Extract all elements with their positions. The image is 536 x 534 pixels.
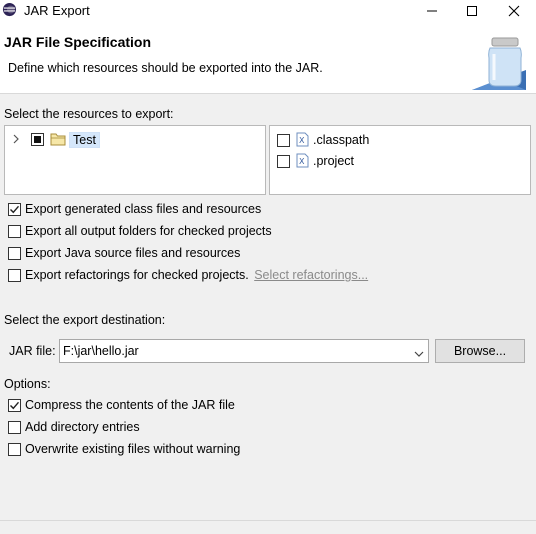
minimize-icon[interactable] bbox=[412, 0, 452, 22]
checkbox[interactable] bbox=[8, 269, 21, 282]
page-title: JAR File Specification bbox=[4, 34, 152, 50]
browse-button[interactable]: Browse... bbox=[435, 339, 525, 363]
file-label: .classpath bbox=[313, 133, 370, 147]
chevron-right-icon[interactable] bbox=[11, 133, 21, 145]
file-item-classpath[interactable]: X .classpath bbox=[270, 132, 530, 150]
file-label: .project bbox=[313, 154, 354, 168]
tree-item-label: Test bbox=[69, 132, 100, 148]
resource-tree[interactable]: Test bbox=[4, 125, 266, 195]
checkbox-checked[interactable] bbox=[8, 203, 21, 216]
checkbox-checked[interactable] bbox=[8, 399, 21, 412]
option-export-source-files[interactable]: Export Java source files and resources bbox=[8, 245, 528, 263]
option-label: Overwrite existing files without warning bbox=[25, 442, 241, 456]
jar-file-combo[interactable]: F:\jar\hello.jar bbox=[59, 339, 429, 363]
destination-label: Select the export destination: bbox=[4, 313, 166, 327]
jar-file-label: JAR file: bbox=[9, 344, 56, 358]
svg-text:X: X bbox=[299, 157, 305, 166]
option-label: Export Java source files and resources bbox=[25, 246, 241, 260]
option-export-refactorings[interactable]: Export refactorings for checked projects… bbox=[8, 267, 528, 285]
page-description: Define which resources should be exporte… bbox=[8, 61, 323, 75]
select-refactorings-link[interactable]: Select refactorings... bbox=[254, 268, 368, 282]
option-export-output-folders[interactable]: Export all output folders for checked pr… bbox=[8, 223, 528, 241]
checkbox[interactable] bbox=[8, 421, 21, 434]
checkbox[interactable] bbox=[8, 247, 21, 260]
option-label: Export refactorings for checked projects… bbox=[25, 268, 368, 282]
option-label: Export all output folders for checked pr… bbox=[25, 224, 272, 238]
project-folder-icon bbox=[50, 132, 66, 146]
button-bar-divider bbox=[0, 520, 536, 521]
file-item-project[interactable]: X .project bbox=[270, 153, 530, 171]
option-export-class-files[interactable]: Export generated class files and resourc… bbox=[8, 201, 528, 219]
svg-text:X: X bbox=[299, 136, 305, 145]
wizard-header: JAR File Specification Define which reso… bbox=[0, 22, 536, 94]
option-directory-entries[interactable]: Add directory entries bbox=[8, 419, 528, 437]
window-title: JAR Export bbox=[24, 3, 90, 18]
eclipse-icon bbox=[2, 2, 17, 17]
close-icon[interactable] bbox=[494, 0, 534, 22]
option-label: Compress the contents of the JAR file bbox=[25, 398, 235, 412]
checkbox[interactable] bbox=[8, 443, 21, 456]
option-label: Export generated class files and resourc… bbox=[25, 202, 262, 216]
checkbox[interactable] bbox=[8, 225, 21, 238]
tree-item-test[interactable]: Test bbox=[5, 131, 265, 149]
option-label-text: Export refactorings for checked projects… bbox=[25, 268, 249, 282]
file-checkbox[interactable] bbox=[277, 134, 290, 147]
xml-file-icon: X bbox=[296, 153, 309, 168]
resource-file-list[interactable]: X .classpath X .project bbox=[269, 125, 531, 195]
option-compress[interactable]: Compress the contents of the JAR file bbox=[8, 397, 528, 415]
jar-file-value[interactable]: F:\jar\hello.jar bbox=[63, 344, 139, 358]
chevron-down-icon[interactable] bbox=[414, 347, 424, 357]
file-checkbox[interactable] bbox=[277, 155, 290, 168]
resources-label: Select the resources to export: bbox=[4, 107, 174, 121]
xml-file-icon: X bbox=[296, 132, 309, 147]
tree-item-checkbox[interactable] bbox=[31, 133, 44, 146]
title-bar: JAR Export bbox=[0, 0, 536, 22]
option-label: Add directory entries bbox=[25, 420, 140, 434]
options-label: Options: bbox=[4, 377, 51, 391]
option-overwrite[interactable]: Overwrite existing files without warning bbox=[8, 441, 528, 459]
jar-icon bbox=[470, 34, 528, 92]
maximize-icon[interactable] bbox=[452, 0, 492, 22]
